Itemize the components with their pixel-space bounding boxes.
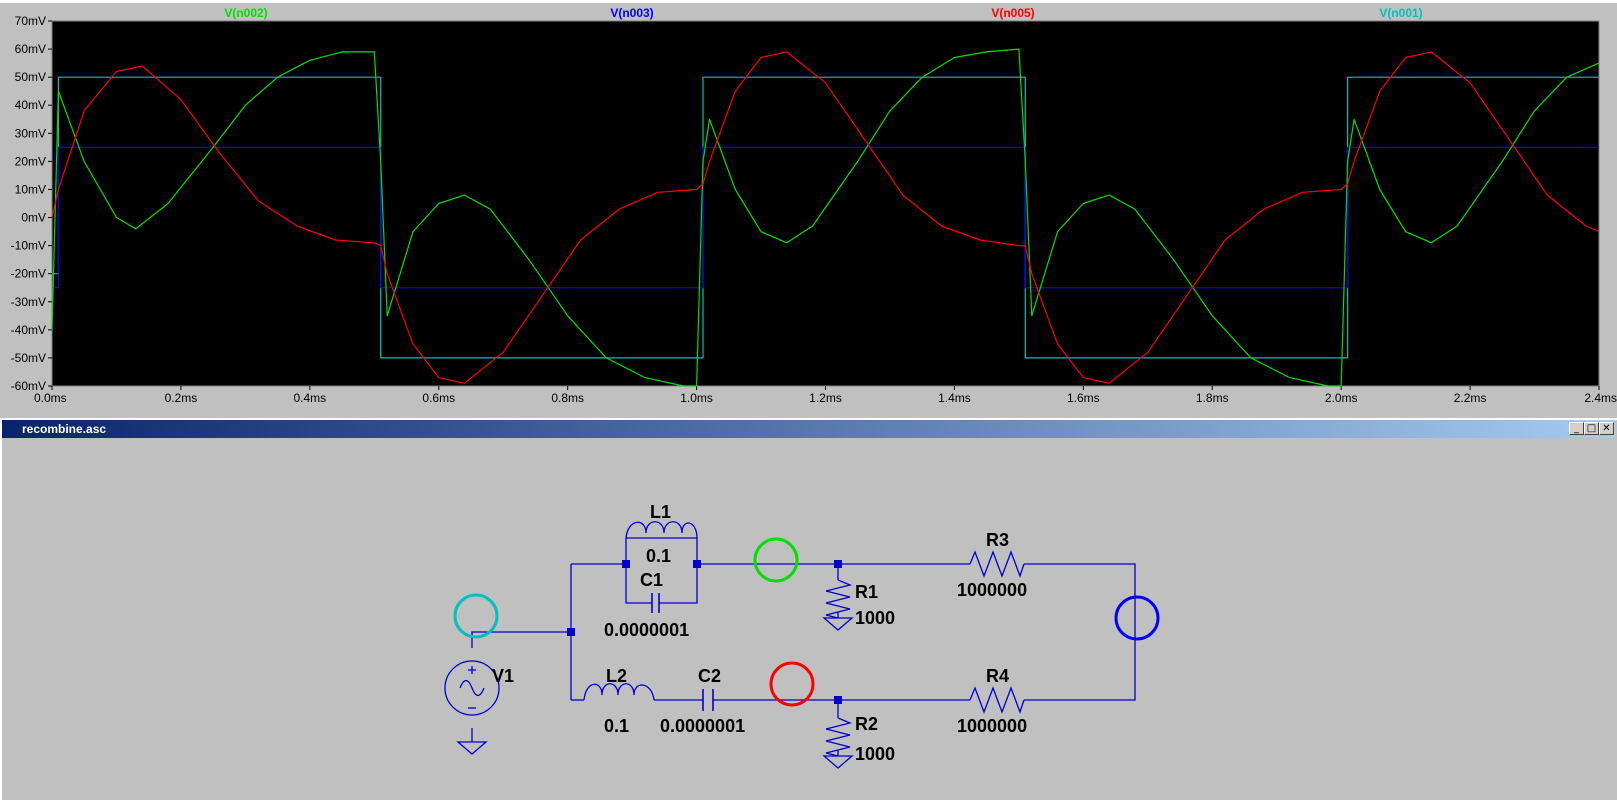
y-tick-label: -40mV: [11, 323, 46, 337]
trace-name-n001[interactable]: V(n001): [1379, 6, 1422, 20]
x-tick-label: 1.8ms: [1196, 391, 1229, 405]
y-tick-label: -20mV: [11, 267, 46, 281]
x-tick-label: 0.8ms: [551, 391, 584, 405]
r4-value-label: 1000000: [957, 716, 1027, 736]
minimize-button[interactable]: _: [1569, 422, 1584, 435]
x-tick-label: 1.0ms: [680, 391, 713, 405]
plot-top-edge: [0, 0, 1617, 3]
r3-ref-label: R3: [986, 530, 1009, 550]
y-tick-label: -30mV: [11, 295, 46, 309]
l1-value-label: 0.1: [646, 546, 671, 566]
x-tick-label: 1.4ms: [938, 391, 971, 405]
y-tick-label: 0mV: [21, 211, 46, 225]
l1-ref-label: L1: [650, 502, 671, 522]
waveform-plot[interactable]: V(n002) V(n003) V(n005) V(n001) 70mV 60mV 50m…: [0, 0, 1617, 414]
schematic-canvas[interactable]: L1 0.1 C1 0.0000001 R1 1000 R3 1000000 V…: [0, 418, 1617, 800]
schematic-titlebar[interactable]: recombine.asc _ □ ✕: [2, 420, 1615, 438]
l2-value-label: 0.1: [604, 716, 629, 736]
x-tick-label: 2.0ms: [1325, 391, 1358, 405]
y-tick-label: -50mV: [11, 351, 46, 365]
y-tick-label: 10mV: [15, 182, 46, 196]
x-tick-label: 1.6ms: [1067, 391, 1100, 405]
plot-area[interactable]: [51, 20, 1600, 387]
c1-ref-label: C1: [640, 570, 663, 590]
r1-ref-label: R1: [855, 582, 878, 602]
y-tick-label: 50mV: [15, 70, 46, 84]
r3-value-label: 1000000: [957, 580, 1027, 600]
trace-name-n002[interactable]: V(n002): [224, 6, 267, 20]
x-tick-label: 0.6ms: [422, 391, 455, 405]
trace-name-n005[interactable]: V(n005): [991, 6, 1034, 20]
r1-value-label: 1000: [855, 608, 895, 628]
l2-ref-label: L2: [606, 666, 627, 686]
y-tick-label: -10mV: [11, 239, 46, 253]
schematic-window[interactable]: L1 0.1 C1 0.0000001 R1 1000 R3 1000000 V…: [0, 418, 1617, 800]
r2-value-label: 1000: [855, 744, 895, 764]
close-button[interactable]: ✕: [1599, 422, 1614, 435]
c2-ref-label: C2: [698, 666, 721, 686]
y-tick-label: 70mV: [15, 14, 46, 28]
y-tick-label: 60mV: [15, 42, 46, 56]
schematic-background: [0, 418, 1617, 800]
x-tick-label: 2.4ms: [1584, 391, 1617, 405]
v1-ref-label: V1: [492, 666, 514, 686]
x-tick-label: 2.2ms: [1454, 391, 1487, 405]
x-tick-label: 0.4ms: [293, 391, 326, 405]
y-tick-label: 20mV: [15, 154, 46, 168]
y-tick-label: 40mV: [15, 98, 46, 112]
c2-value-label: 0.0000001: [660, 716, 745, 736]
r4-ref-label: R4: [986, 666, 1009, 686]
y-tick-label: 30mV: [15, 126, 46, 140]
maximize-button[interactable]: □: [1584, 422, 1599, 435]
window-title: recombine.asc: [22, 422, 107, 436]
window-border-left: [0, 418, 2, 800]
x-tick-label: 1.2ms: [809, 391, 842, 405]
x-tick-label: 0.0ms: [34, 391, 67, 405]
r2-ref-label: R2: [855, 714, 878, 734]
trace-name-n003[interactable]: V(n003): [610, 6, 653, 20]
c1-value-label: 0.0000001: [604, 620, 689, 640]
x-tick-label: 0.2ms: [165, 391, 198, 405]
waveform-viewer[interactable]: V(n002) V(n003) V(n005) V(n001) 70mV 60mV 50m…: [0, 0, 1617, 414]
